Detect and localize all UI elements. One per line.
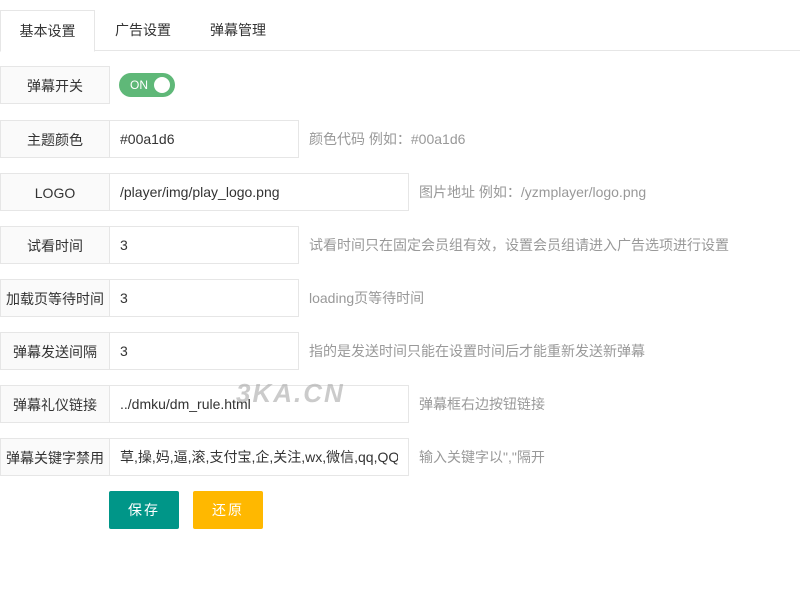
trial-time-input[interactable]: [109, 226, 299, 264]
keyword-ban-hint: 输入关键字以","隔开: [419, 449, 545, 465]
switch-knob: [154, 77, 170, 93]
keyword-ban-label: 弹幕关键字禁用: [0, 438, 110, 476]
logo-label: LOGO: [0, 173, 110, 211]
logo-url-input[interactable]: [109, 173, 409, 211]
save-button[interactable]: 保存: [109, 491, 179, 529]
theme-color-hint: 颜色代码 例如：#00a1d6: [309, 131, 466, 147]
tab-ad-settings[interactable]: 广告设置: [95, 10, 191, 51]
danmaku-interval-label: 弹幕发送间隔: [0, 332, 110, 370]
theme-color-label: 主题颜色: [0, 120, 110, 158]
trial-time-label: 试看时间: [0, 226, 110, 264]
reset-button[interactable]: 还原: [193, 491, 263, 529]
loading-wait-label: 加载页等待时间: [0, 279, 110, 317]
tab-basic-settings[interactable]: 基本设置: [0, 10, 95, 52]
danmaku-toggle-switch[interactable]: ON: [119, 73, 175, 97]
etiquette-link-hint: 弹幕框右边按钮链接: [419, 396, 545, 412]
etiquette-link-label: 弹幕礼仪链接: [0, 385, 110, 423]
loading-wait-input[interactable]: [109, 279, 299, 317]
switch-state-text: ON: [130, 78, 148, 92]
trial-time-hint: 试看时间只在固定会员组有效，设置会员组请进入广告选项进行设置: [309, 237, 729, 253]
watermark-logo: 3KA.CN: [236, 378, 345, 408]
loading-wait-hint: loading页等待时间: [309, 290, 425, 306]
theme-color-input[interactable]: [109, 120, 299, 158]
tab-danmaku-management[interactable]: 弹幕管理: [191, 10, 285, 51]
settings-tabs: 基本设置 广告设置 弹幕管理: [0, 10, 800, 52]
danmaku-interval-input[interactable]: [109, 332, 299, 370]
keyword-ban-input[interactable]: [109, 438, 409, 476]
danmaku-interval-hint: 指的是发送时间只能在设置时间后才能重新发送新弹幕: [309, 343, 645, 359]
logo-hint: 图片地址 例如：/yzmplayer/logo.png: [419, 184, 647, 200]
danmaku-switch-label: 弹幕开关: [0, 66, 110, 104]
